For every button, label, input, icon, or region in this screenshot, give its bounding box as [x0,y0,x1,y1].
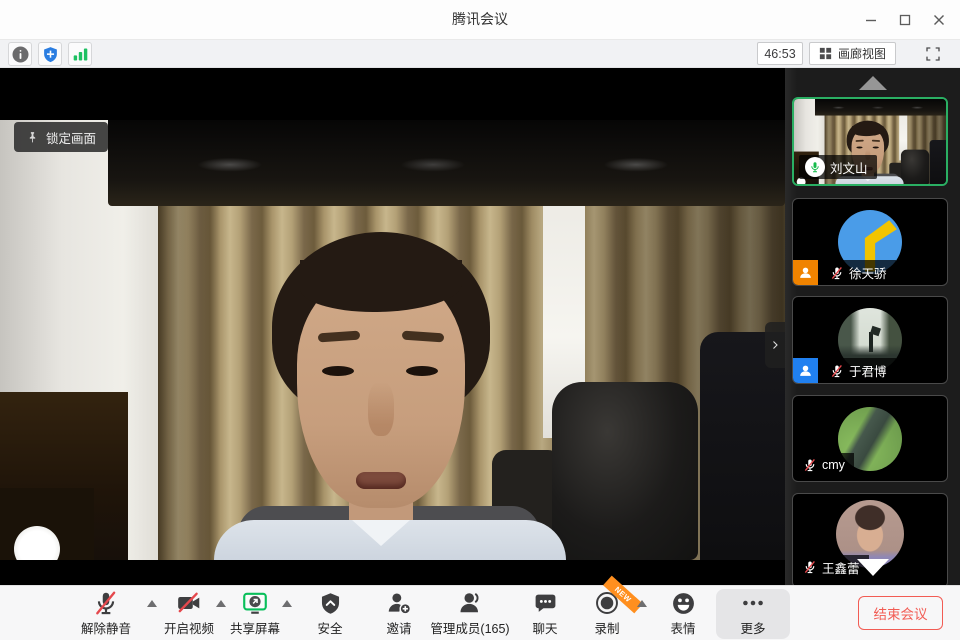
participant-thumbnail-yujunbo[interactable]: 于君博 [792,296,948,384]
network-quality-button[interactable] [68,42,92,66]
mic-muted-icon [830,266,844,280]
shield-icon [318,589,343,617]
speaker-video-feed [0,120,785,560]
participant-name-tag: 徐天骄 [824,260,896,285]
meeting-info-button[interactable] [8,42,32,66]
signal-bars-icon [72,46,89,63]
participant-name-tag: 刘文山 [799,155,877,179]
lock-view-label: 锁定画面 [46,128,96,147]
statusbar: 46:53 画廊视图 [0,40,960,68]
tencent-meeting-window: 腾讯会议 [0,0,960,640]
emoji-label: 表情 [670,618,695,637]
mic-muted-icon [803,458,817,472]
person-icon [798,265,813,280]
participant-name-tag: 于君博 [824,358,896,383]
participant-thumbnail-cmy[interactable]: cmy [792,395,948,482]
titlebar: 腾讯会议 [0,0,960,40]
invite-label: 邀请 [386,618,411,637]
meeting-timer: 46:53 [757,42,803,65]
mic-muted-icon [803,560,817,574]
mouth [356,472,406,489]
shield-plus-icon [42,46,59,63]
mic-muted-icon [93,589,119,617]
person-icon [798,363,813,378]
chevron-right-icon [769,338,781,352]
fullscreen-icon [925,46,941,62]
more-button[interactable]: 更多 [716,589,790,639]
mic-muted-icon [830,364,844,378]
window-controls [854,0,956,40]
security-label: 安全 [317,618,342,637]
statusbar-left [8,42,92,66]
participant-name: cmy [822,458,845,472]
record-icon: NEW [594,589,620,617]
info-icon [12,46,29,63]
members-icon [457,589,483,617]
participant-name: 王鑫蕾 [822,558,860,577]
share-screen-button[interactable]: 共享屏幕 [215,589,295,639]
participants-sidebar: 刘文山 [785,68,960,585]
sidebar-collapse-tab[interactable] [765,322,785,368]
unmute-button[interactable]: 解除静音 [66,589,146,639]
emoji-button[interactable]: 表情 [643,589,723,639]
gallery-view-label: 画廊视图 [838,45,886,62]
maximize-icon [899,14,911,26]
role-badge-orange [793,260,818,285]
participant-name: 徐天骄 [849,263,887,282]
scroll-down-arrow[interactable] [857,559,889,576]
role-badge-blue [793,358,818,383]
participant-name: 于君博 [849,361,887,380]
security-button[interactable]: 安全 [290,589,370,639]
share-screen-label: 共享屏幕 [230,618,280,637]
chat-label: 聊天 [532,618,557,637]
minimize-icon [865,14,877,26]
curtain-valance [108,120,785,206]
close-button[interactable] [922,5,956,35]
record-button[interactable]: NEW 录制 [567,589,647,639]
invite-person-icon [386,589,412,617]
leather-chair [552,382,698,560]
fullscreen-button[interactable] [920,42,946,66]
security-shield-button[interactable] [38,42,62,66]
camera-off-icon [176,589,202,617]
nose [368,382,394,436]
window-title: 腾讯会议 [0,0,960,40]
gallery-view-button[interactable]: 画廊视图 [809,42,896,65]
smiley-icon [671,589,696,617]
participant-name-tag: cmy [797,453,854,477]
unmute-label: 解除静音 [81,618,131,637]
more-label: 更多 [740,618,765,637]
main-area: 锁定画面 [0,68,960,585]
main-speaker-video[interactable]: 锁定画面 [0,68,785,585]
start-video-label: 开启视频 [164,618,214,637]
share-screen-icon [241,589,269,617]
scroll-up-arrow[interactable] [859,76,887,90]
chat-bubble-icon [533,589,558,617]
end-meeting-button[interactable]: 结束会议 [858,596,943,630]
participant-name: 刘文山 [830,158,868,177]
bottom-toolbar: 解除静音 开启视频 共享屏幕 [0,585,960,640]
manage-members-label: 管理成员(165) [430,618,509,637]
more-dots-icon [740,589,766,617]
pin-icon [26,131,39,144]
grid-view-icon [819,47,832,60]
minimize-button[interactable] [854,5,888,35]
lock-view-pill[interactable]: 锁定画面 [14,122,108,152]
participant-thumbnail-xutianjiao[interactable]: 徐天骄 [792,198,948,286]
close-icon [933,14,945,26]
participant-thumbnail-liuwenshan[interactable]: 刘文山 [792,97,948,186]
mic-active-icon [805,157,825,177]
maximize-button[interactable] [888,5,922,35]
eye [406,366,438,376]
eye [322,366,354,376]
record-label: 录制 [594,618,619,637]
